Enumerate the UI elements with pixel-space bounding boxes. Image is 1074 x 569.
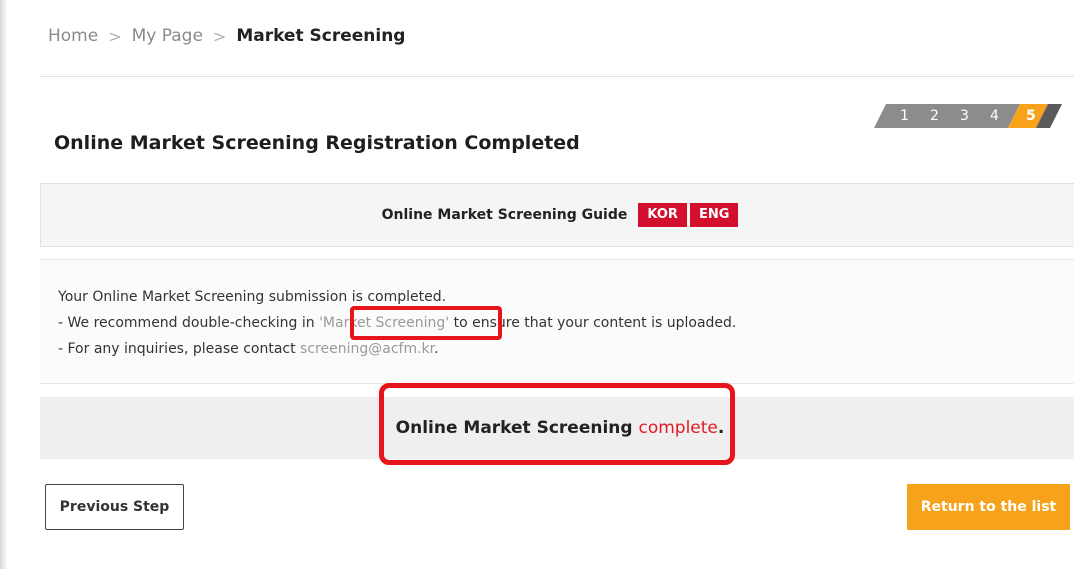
highlight-box-complete — [379, 383, 735, 465]
step-1: 1 — [900, 108, 909, 124]
previous-step-button[interactable]: Previous Step — [45, 484, 184, 530]
info-box: Your Online Market Screening submission … — [40, 259, 1074, 384]
step-4: 4 — [990, 108, 999, 124]
breadcrumb: Home > My Page > Market Screening — [48, 24, 405, 48]
breadcrumb-home[interactable]: Home — [48, 26, 98, 46]
header-divider — [40, 76, 1074, 77]
guide-box: Online Market Screening Guide KOR ENG — [40, 183, 1074, 247]
step-5-active: 5 — [1026, 108, 1036, 124]
info-line-3-prefix: - For any inquiries, please contact — [58, 341, 301, 357]
kor-guide-button[interactable]: KOR — [638, 203, 687, 227]
return-to-list-button[interactable]: Return to the list — [907, 484, 1070, 530]
info-line-3: - For any inquiries, please contact scre… — [58, 341, 439, 357]
highlight-box-market-screening — [350, 306, 502, 340]
info-line-2-prefix: - We recommend double-checking in — [58, 315, 320, 331]
step-2: 2 — [930, 108, 939, 124]
page-title: Online Market Screening Registration Com… — [54, 132, 580, 154]
chevron-right-icon: > — [212, 26, 227, 46]
breadcrumb-current: Market Screening — [236, 26, 406, 46]
step-3: 3 — [960, 108, 969, 124]
info-line-3-suffix: . — [434, 341, 439, 357]
breadcrumb-my-page[interactable]: My Page — [132, 26, 203, 46]
left-shadow — [0, 0, 8, 569]
info-line-1: Your Online Market Screening submission … — [58, 289, 447, 305]
guide-label: Online Market Screening Guide — [381, 207, 628, 223]
eng-guide-button[interactable]: ENG — [689, 203, 739, 227]
contact-email-link[interactable]: screening@acfm.kr — [300, 341, 434, 357]
chevron-right-icon: > — [108, 26, 122, 46]
step-indicator: 1 2 3 4 5 — [870, 104, 1070, 128]
